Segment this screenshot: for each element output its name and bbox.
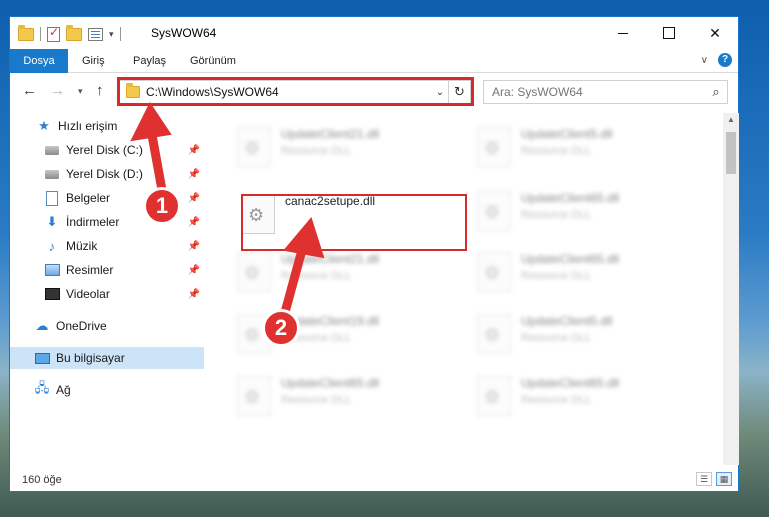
step-1-badge: 1: [143, 187, 181, 225]
step-2-badge: 2: [262, 309, 300, 347]
annotation-arrows: [130, 102, 325, 321]
